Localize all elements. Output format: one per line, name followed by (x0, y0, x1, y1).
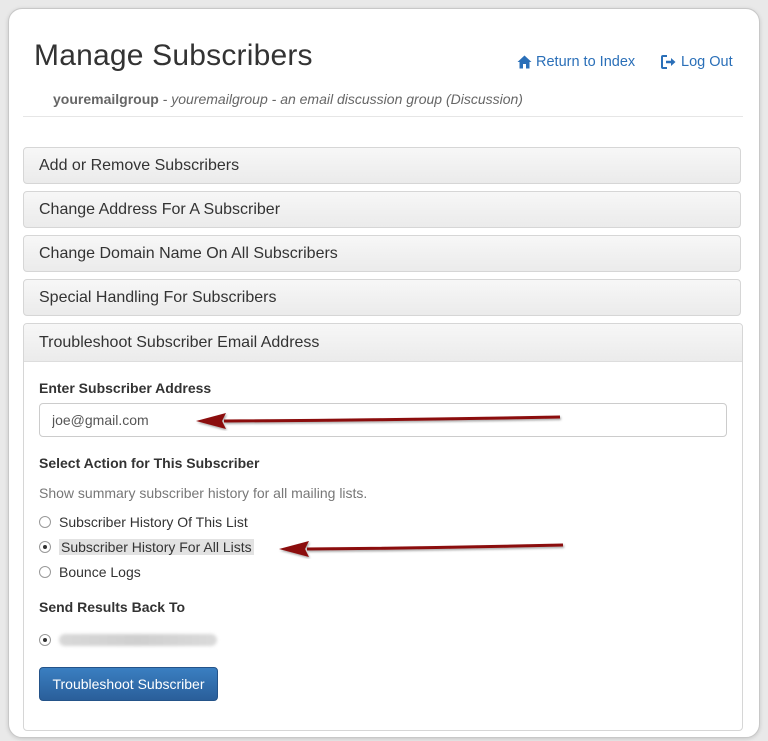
option-label: Subscriber History For All Lists (59, 539, 254, 555)
send-results-label: Send Results Back To (39, 599, 186, 615)
panel-label: Change Address For A Subscriber (39, 200, 281, 218)
log-out-label: Log Out (681, 54, 733, 70)
page-title: Manage Subscribers (34, 39, 313, 72)
option-history-this-list[interactable]: Subscriber History Of This List (39, 514, 248, 530)
panel-label: Special Handling For Subscribers (39, 288, 277, 306)
group-name: youremailgroup (53, 91, 159, 107)
radio-button[interactable] (39, 516, 51, 528)
option-label: Subscriber History Of This List (59, 514, 248, 530)
group-subtitle: youremailgroup - youremailgroup - an ema… (53, 91, 523, 107)
panel-label: Add or Remove Subscribers (39, 156, 240, 174)
radio-button-selected[interactable] (39, 634, 51, 646)
panel-label: Change Domain Name On All Subscribers (39, 244, 338, 262)
redacted-email (59, 634, 217, 646)
group-description: youremailgroup - an email discussion gro… (171, 91, 523, 107)
logout-icon (661, 55, 677, 69)
panel-label: Troubleshoot Subscriber Email Address (39, 333, 320, 351)
option-label: Bounce Logs (59, 564, 141, 580)
subtitle-separator: - (158, 91, 172, 107)
subscriber-address-label: Enter Subscriber Address (39, 380, 212, 396)
action-help-text: Show summary subscriber history for all … (39, 485, 368, 501)
header-divider (23, 116, 743, 117)
select-action-label: Select Action for This Subscriber (39, 455, 260, 471)
panel-troubleshoot-header[interactable]: Troubleshoot Subscriber Email Address (24, 324, 742, 362)
home-icon (517, 55, 532, 69)
app-window: Manage Subscribers Return to Index Log O… (8, 8, 760, 738)
option-history-all-lists[interactable]: Subscriber History For All Lists (39, 539, 254, 555)
troubleshoot-subscriber-button[interactable]: Troubleshoot Subscriber (39, 667, 218, 701)
annotation-arrow (279, 541, 564, 557)
radio-button[interactable] (39, 566, 51, 578)
send-results-option[interactable] (39, 634, 217, 646)
panel-change-address[interactable]: Change Address For A Subscriber (23, 191, 741, 228)
return-to-index-link[interactable]: Return to Index (517, 54, 635, 70)
log-out-link[interactable]: Log Out (661, 54, 733, 70)
panel-special-handling[interactable]: Special Handling For Subscribers (23, 279, 741, 316)
panel-add-remove-subscribers[interactable]: Add or Remove Subscribers (23, 147, 741, 184)
annotation-arrow (196, 413, 561, 429)
radio-button-selected[interactable] (39, 541, 51, 553)
option-bounce-logs[interactable]: Bounce Logs (39, 564, 141, 580)
return-to-index-label: Return to Index (536, 54, 636, 70)
panel-change-domain[interactable]: Change Domain Name On All Subscribers (23, 235, 741, 272)
